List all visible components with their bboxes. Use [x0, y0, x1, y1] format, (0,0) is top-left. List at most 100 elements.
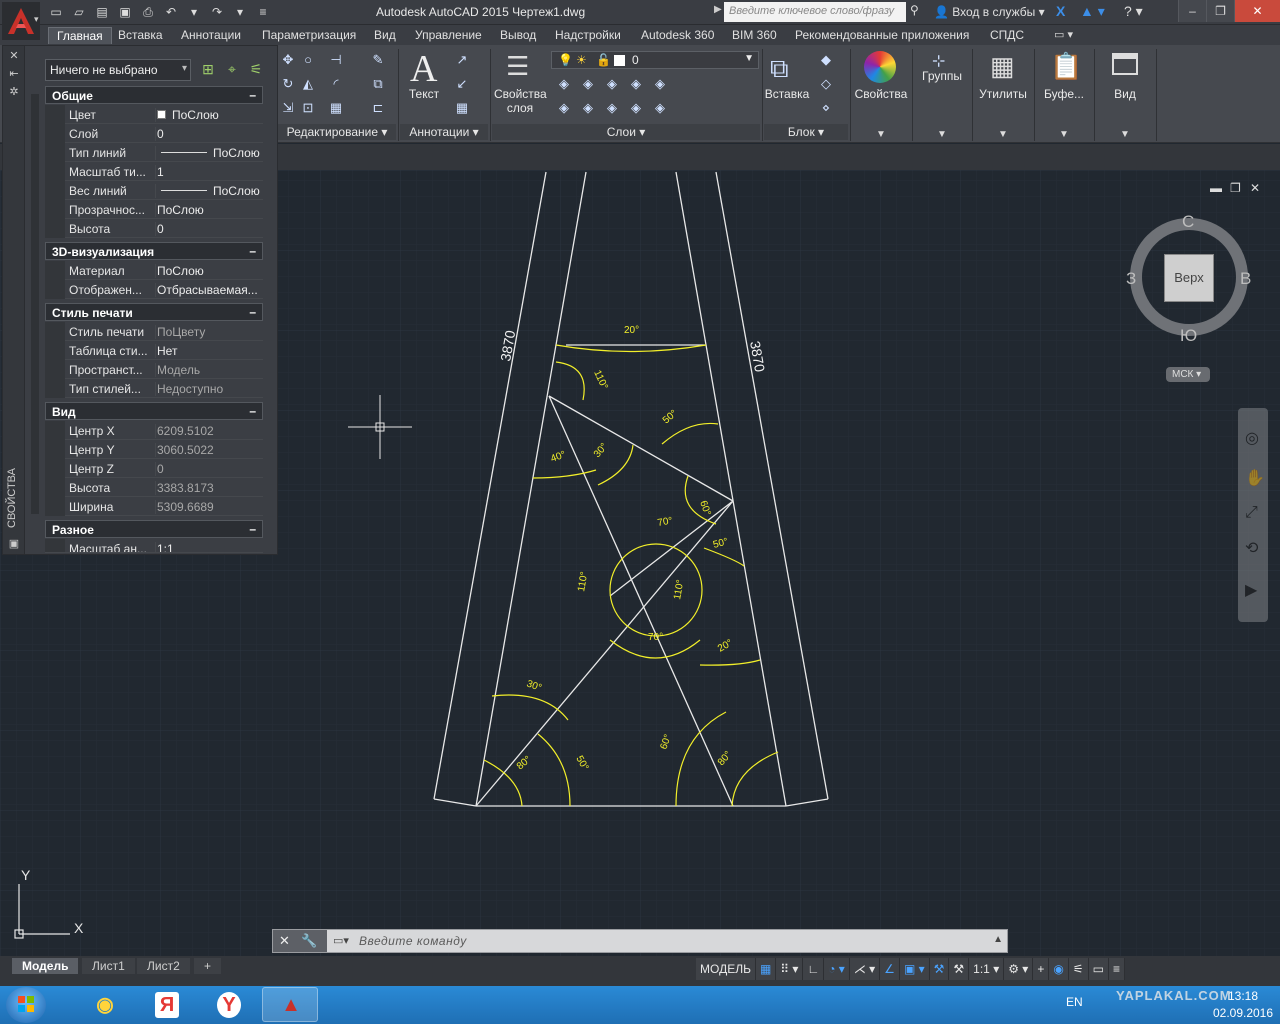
panel-edit-title[interactable]: Редактирование ▾ [278, 124, 396, 140]
view-expand-icon[interactable]: ▼ [1120, 129, 1130, 140]
tab-addins[interactable]: Надстройки [547, 27, 629, 43]
application-menu-button[interactable]: ▾ [2, 2, 40, 40]
hardware-accel-icon[interactable]: ⚟ [1068, 958, 1089, 980]
zoom-extents-icon[interactable]: ⤢ [1245, 504, 1258, 522]
model-space-toggle[interactable]: МОДЕЛЬ [696, 958, 756, 980]
clipboard-icon[interactable]: 📋 [1050, 51, 1082, 82]
viewport-restore-icon[interactable]: ❐ [1230, 181, 1241, 195]
prop-row[interactable]: Прозрачнос... ПоСлою [45, 200, 263, 219]
properties-button[interactable]: Свойства [852, 87, 910, 101]
prop-row[interactable]: Тип линий ПоСлою [45, 143, 263, 162]
groups-button[interactable]: Группы [914, 69, 970, 83]
section-view[interactable]: Вид – [45, 402, 263, 420]
layer-properties-icon[interactable]: ☰ [506, 51, 529, 82]
palette-menu-icon[interactable]: ▣ [8, 538, 20, 550]
tab-home[interactable]: Главная [48, 27, 112, 44]
command-history-icon[interactable]: ▲ [993, 934, 1003, 945]
redo-dropdown-icon[interactable]: ▾ [230, 3, 250, 21]
panel-annotation-title[interactable]: Аннотации ▾ [400, 124, 488, 140]
tab-output[interactable]: Вывод [492, 27, 544, 43]
showmotion-icon[interactable]: ▶ [1245, 580, 1257, 600]
groups-expand-icon[interactable]: ▼ [937, 129, 947, 140]
isodraft-toggle-icon[interactable]: ⋌ ▾ [849, 958, 881, 980]
binoculars-icon[interactable]: ⚲ [910, 3, 919, 17]
prop-row[interactable]: Пространст... Модель [45, 360, 263, 379]
palette-settings-icon[interactable]: ✲ [8, 86, 20, 98]
section-plot-style[interactable]: Стиль печати – [45, 303, 263, 321]
array-icon[interactable]: ▦ [328, 101, 344, 115]
object-snap-icon[interactable]: ∠ [880, 958, 900, 980]
dimension-icon[interactable]: ↗ [454, 53, 470, 67]
select-objects-icon[interactable]: ⌖ [223, 60, 241, 78]
layer-tool-8-icon[interactable]: ◈ [604, 101, 620, 115]
ortho-toggle-icon[interactable]: ∟ [803, 958, 825, 980]
isolate-objects-icon[interactable]: ◉ [1049, 958, 1069, 980]
quick-select-icon[interactable]: ⚟ [247, 60, 265, 78]
viewport-close-icon[interactable]: ✕ [1250, 181, 1260, 195]
layer-tool-5-icon[interactable]: ◈ [652, 77, 668, 91]
section-3d-visualization[interactable]: 3D-визуализация – [45, 242, 263, 260]
undo-icon[interactable]: ↶ [161, 3, 181, 21]
view-window-icon[interactable] [1112, 53, 1138, 75]
prop-row[interactable]: Центр Y 3060.5022 [45, 440, 263, 459]
prop-row[interactable]: Таблица сти... Нет [45, 341, 263, 360]
minimize-button[interactable]: – [1178, 0, 1206, 22]
prop-row[interactable]: Отображен... Отбрасываемая... [45, 280, 263, 299]
prop-row[interactable]: Слой 0 [45, 124, 263, 143]
section-general[interactable]: Общие – [45, 86, 263, 104]
layer-tool-9-icon[interactable]: ◈ [628, 101, 644, 115]
prop-row[interactable]: Масштаб ан... 1:1 [45, 539, 263, 553]
prop-row[interactable]: Центр X 6209.5102 [45, 421, 263, 440]
prop-row[interactable]: Ширина 5309.6689 [45, 497, 263, 516]
utilities-button[interactable]: Утилиты [974, 87, 1032, 101]
layer-tool-7-icon[interactable]: ◈ [580, 101, 596, 115]
tab-bim360[interactable]: BIM 360 [724, 27, 785, 43]
prop-row[interactable]: Высота 0 [45, 219, 263, 238]
command-line-customize-icon[interactable]: 🔧 [301, 933, 317, 949]
layer-tool-2-icon[interactable]: ◈ [580, 77, 596, 91]
circle-icon[interactable]: ○ [300, 53, 316, 67]
viewport-minimize-icon[interactable]: ▬ [1210, 181, 1222, 195]
prop-row[interactable]: Вес линий ПоСлою [45, 181, 263, 200]
offset-icon[interactable]: ⊏ [370, 101, 386, 115]
exchange-apps-icon[interactable]: X [1056, 3, 1065, 19]
prop-row[interactable]: Материал ПоСлою [45, 261, 263, 280]
properties-color-wheel-icon[interactable] [864, 51, 896, 83]
command-line-close-icon[interactable]: ✕ [279, 933, 290, 949]
plus-icon[interactable]: + [1033, 958, 1050, 980]
edit-block-icon[interactable]: ◇ [818, 77, 834, 91]
layer-tool-1-icon[interactable]: ◈ [556, 77, 572, 91]
panel-block-title[interactable]: Блок ▾ [764, 124, 848, 140]
tab-featured-apps[interactable]: Рекомендованные приложения [787, 27, 977, 43]
utilities-expand-icon[interactable]: ▼ [998, 129, 1008, 140]
taskbar-yandex[interactable]: Я [138, 987, 194, 1022]
viewcube-north[interactable]: С [1182, 212, 1194, 232]
undo-dropdown-icon[interactable]: ▾ [184, 3, 204, 21]
prop-row[interactable]: Стиль печати ПоЦвету [45, 322, 263, 341]
attribute-icon[interactable]: ⋄ [818, 101, 834, 115]
copy-icon[interactable]: ⧉ [370, 77, 386, 91]
annotation-scale[interactable]: 1:1 ▾ [969, 958, 1005, 980]
redo-icon[interactable]: ↷ [207, 3, 227, 21]
tab-manage[interactable]: Управление [407, 27, 490, 43]
customize-status-icon[interactable]: ≡ [1108, 958, 1125, 980]
auto-scale-icon[interactable]: ⚒ [949, 958, 970, 980]
layer-tool-4-icon[interactable]: ◈ [628, 77, 644, 91]
toggle-pickadd-icon[interactable]: ⊞ [199, 60, 217, 78]
text-icon[interactable]: A [410, 47, 437, 91]
layer-properties-button[interactable]: Свойства слоя [494, 87, 547, 115]
calculator-icon[interactable]: ▦ [990, 51, 1015, 82]
palette-autohide-icon[interactable]: ⇤ [8, 68, 20, 80]
grid-toggle-icon[interactable]: ▦ [755, 958, 777, 980]
start-button[interactable] [6, 987, 46, 1023]
layer-tool-10-icon[interactable]: ◈ [652, 101, 668, 115]
tab-annotate[interactable]: Аннотации [173, 27, 249, 43]
viewcube-west[interactable]: З [1126, 269, 1136, 289]
palette-close-icon[interactable]: ✕ [8, 50, 20, 62]
tab-view[interactable]: Вид [366, 27, 404, 43]
viewcube-east[interactable]: В [1240, 269, 1251, 289]
clipboard-expand-icon[interactable]: ▼ [1059, 129, 1069, 140]
tab-spds[interactable]: СПДС [982, 27, 1032, 43]
taskbar-yandex-browser[interactable]: Y [200, 987, 256, 1022]
panel-layers-title[interactable]: Слои ▾ [492, 124, 760, 140]
